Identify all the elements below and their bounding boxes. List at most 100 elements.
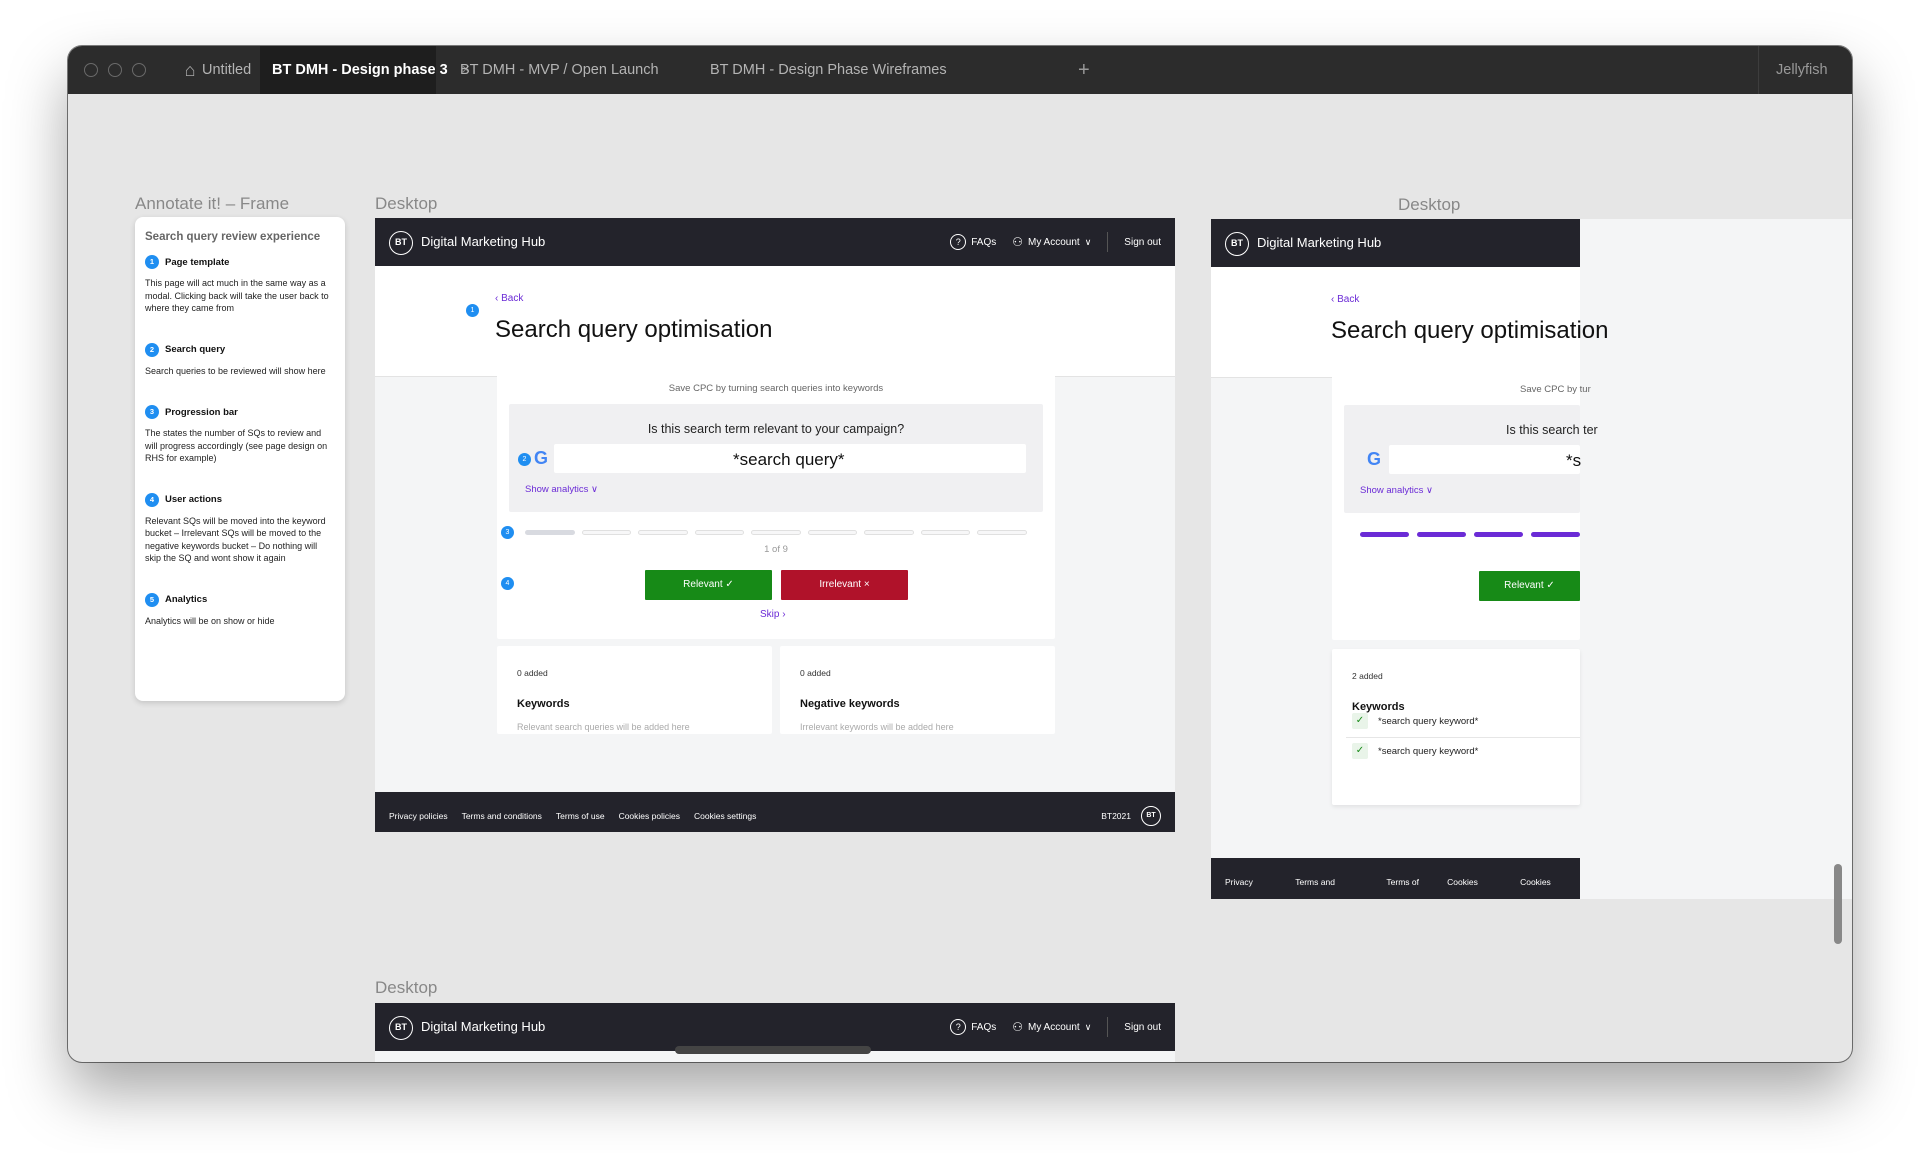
keyword-item[interactable]: ✓ *search query keyword* (1352, 713, 1478, 729)
annotation-item: 1 Page template This page will act much i… (145, 255, 335, 315)
irrelevant-button[interactable]: Irrelevant × (781, 570, 908, 600)
annotation-marker: 2 (518, 453, 531, 466)
show-analytics-toggle[interactable]: Show analytics ∨ (1360, 485, 1433, 496)
footer-links: Privacy policies Terms and conditions Te… (1225, 858, 1580, 899)
annotation-number-badge: 2 (145, 342, 159, 357)
footer-link-cookies-settings[interactable]: Cookies settings (694, 792, 756, 832)
keywords-count: 2 added (1352, 671, 1383, 681)
tab-design-phase-wireframes[interactable]: BT DMH - Design Phase Wireframes (698, 46, 959, 94)
desktop-frame-main[interactable]: BT Digital Marketing Hub ? FAQs ⚇ My Accou… (375, 218, 1175, 832)
team-name[interactable]: Jellyfish (1776, 46, 1828, 94)
review-card: Save CPC by tur Is this search ter G *s … (1332, 365, 1598, 640)
chevron-down-icon: ∨ (1423, 485, 1433, 496)
desktop-frame-right[interactable]: BT Digital Marketing Hub ‹ Back Search q… (1211, 219, 1852, 899)
brand-name[interactable]: Digital Marketing Hub (421, 1003, 545, 1051)
horizontal-scrollbar[interactable] (675, 1046, 871, 1054)
tab-mvp-open-launch[interactable]: BT DMH - MVP / Open Launch (448, 46, 671, 94)
progress-segment (1360, 532, 1409, 537)
title-bar: ⌂ Untitled BT DMH - Design phase 3 × BT D… (68, 46, 1852, 94)
check-icon: ✓ (1352, 743, 1368, 759)
relevance-question: Is this search term relevant to your cam… (647, 422, 905, 436)
annotation-item: 2 Search query Search queries to be revie… (145, 342, 335, 378)
chevron-down-icon: ∨ (1084, 1021, 1092, 1032)
site-header: BT Digital Marketing Hub ? FAQs ⚇ My Accou… (375, 1003, 1175, 1051)
progress-segment (1474, 532, 1523, 537)
annotation-title: Progression bar (165, 406, 238, 418)
bt-logo[interactable]: BT (389, 231, 413, 255)
my-account-menu[interactable]: ⚇ My Account ∨ (1012, 235, 1091, 249)
user-icon: ⚇ (1012, 235, 1023, 249)
frame-label-desktop[interactable]: Desktop (375, 194, 437, 214)
annotation-body: The states the number of SQs to review a… (145, 428, 328, 463)
footer-link-terms-of-use[interactable]: Terms of use (1386, 858, 1433, 899)
footer-link-privacy[interactable]: Privacy policies (389, 792, 448, 832)
keywords-card: 0 added Keywords Relevant search queries… (497, 646, 772, 734)
footer-link-privacy[interactable]: Privacy policies (1225, 858, 1281, 899)
sign-out-link[interactable]: Sign out (1124, 237, 1161, 248)
footer-link-terms-conditions[interactable]: Terms and conditions (1295, 858, 1372, 899)
footer-link-cookies-policies[interactable]: Cookies policies (1447, 858, 1506, 899)
google-icon: G (1367, 449, 1382, 469)
annotation-body: Analytics will be on show or hide (145, 615, 275, 626)
check-icon: ✓ (725, 579, 734, 590)
footer-link-terms-conditions[interactable]: Terms and conditions (462, 792, 542, 832)
keywords-title: Keywords (517, 698, 570, 710)
annotation-number-badge: 5 (145, 592, 159, 607)
annotation-title: Analytics (165, 594, 208, 605)
show-analytics-toggle[interactable]: Show analytics ∨ (525, 484, 598, 495)
sign-out-link[interactable]: Sign out (1124, 1022, 1161, 1033)
annotation-item: 3 Progression bar The states the number o… (145, 405, 335, 465)
annotation-number-badge: 3 (145, 405, 159, 419)
keywords-title: Keywords (1352, 701, 1405, 713)
frame-label-desktop[interactable]: Desktop (375, 978, 437, 998)
back-link[interactable]: ‹ Back (1331, 294, 1359, 305)
progress-segment (525, 530, 575, 535)
annotation-body: Search queries to be reviewed will show … (145, 365, 326, 376)
keyword-divider (1346, 737, 1580, 738)
vertical-scrollbar[interactable] (1834, 864, 1842, 944)
site-header: BT Digital Marketing Hub (1211, 219, 1580, 267)
page-header: 1 ‹ Back Search query optimisation (375, 266, 1175, 377)
chevron-down-icon: ∨ (1084, 236, 1092, 247)
relevant-button[interactable]: Relevant ✓ (1479, 571, 1580, 601)
footer-link-terms-of-use[interactable]: Terms of use (556, 792, 605, 832)
minimize-window-button[interactable] (108, 63, 122, 77)
footer-link-cookies-settings[interactable]: Cookies settings (1520, 858, 1580, 899)
header-nav: ? FAQs ⚇ My Account ∨ Sign out (950, 218, 1161, 266)
user-icon: ⚇ (1012, 1020, 1023, 1034)
progress-segment (920, 530, 971, 535)
close-icon: × (863, 579, 870, 590)
frame-label-annotate[interactable]: Annotate it! – Frame (135, 194, 289, 214)
maximize-window-button[interactable] (132, 63, 146, 77)
brand-name[interactable]: Digital Marketing Hub (1257, 219, 1381, 267)
relevance-question: Is this search ter (1506, 423, 1598, 437)
skip-link[interactable]: Skip › (760, 609, 786, 620)
brand-name[interactable]: Digital Marketing Hub (421, 218, 545, 266)
search-query-panel: Is this search ter G *s Show analytics ∨ (1344, 405, 1598, 513)
close-window-button[interactable] (84, 63, 98, 77)
tab-untitled[interactable]: Untitled (190, 46, 263, 94)
back-link[interactable]: ‹ Back (495, 293, 523, 304)
bt-logo[interactable]: BT (389, 1016, 413, 1040)
page-title: Search query optimisation (1331, 317, 1609, 344)
nav-divider (1107, 232, 1109, 252)
new-tab-button[interactable]: + (1078, 46, 1090, 94)
footer-link-cookies-policies[interactable]: Cookies policies (619, 792, 680, 832)
annotation-body: This page will act much in the same way … (145, 278, 329, 313)
faqs-link[interactable]: ? FAQs (950, 234, 996, 250)
footer-links: Privacy policies Terms and conditions Te… (389, 792, 756, 832)
tab-design-phase-3[interactable]: BT DMH - Design phase 3 × (260, 46, 470, 94)
frame-label-desktop[interactable]: Desktop (1398, 195, 1460, 215)
help-icon: ? (950, 234, 967, 250)
faqs-link[interactable]: ? FAQs (950, 1019, 996, 1035)
nav-divider (1107, 1017, 1109, 1037)
bt-logo[interactable]: BT (1225, 232, 1249, 256)
relevant-button[interactable]: Relevant ✓ (645, 570, 772, 600)
my-account-menu[interactable]: ⚇ My Account ∨ (1012, 1020, 1091, 1034)
negative-keywords-card: 0 added Negative keywords Irrelevant key… (780, 646, 1055, 734)
keyword-item[interactable]: ✓ *search query keyword* (1352, 743, 1478, 759)
progress-segment (1531, 532, 1580, 537)
annotation-card[interactable]: Search query review experience 1 Page tem… (135, 217, 345, 701)
annotation-item: 5 Analytics Analytics will be on show or … (145, 592, 335, 628)
annotation-number-badge: 1 (145, 255, 159, 269)
